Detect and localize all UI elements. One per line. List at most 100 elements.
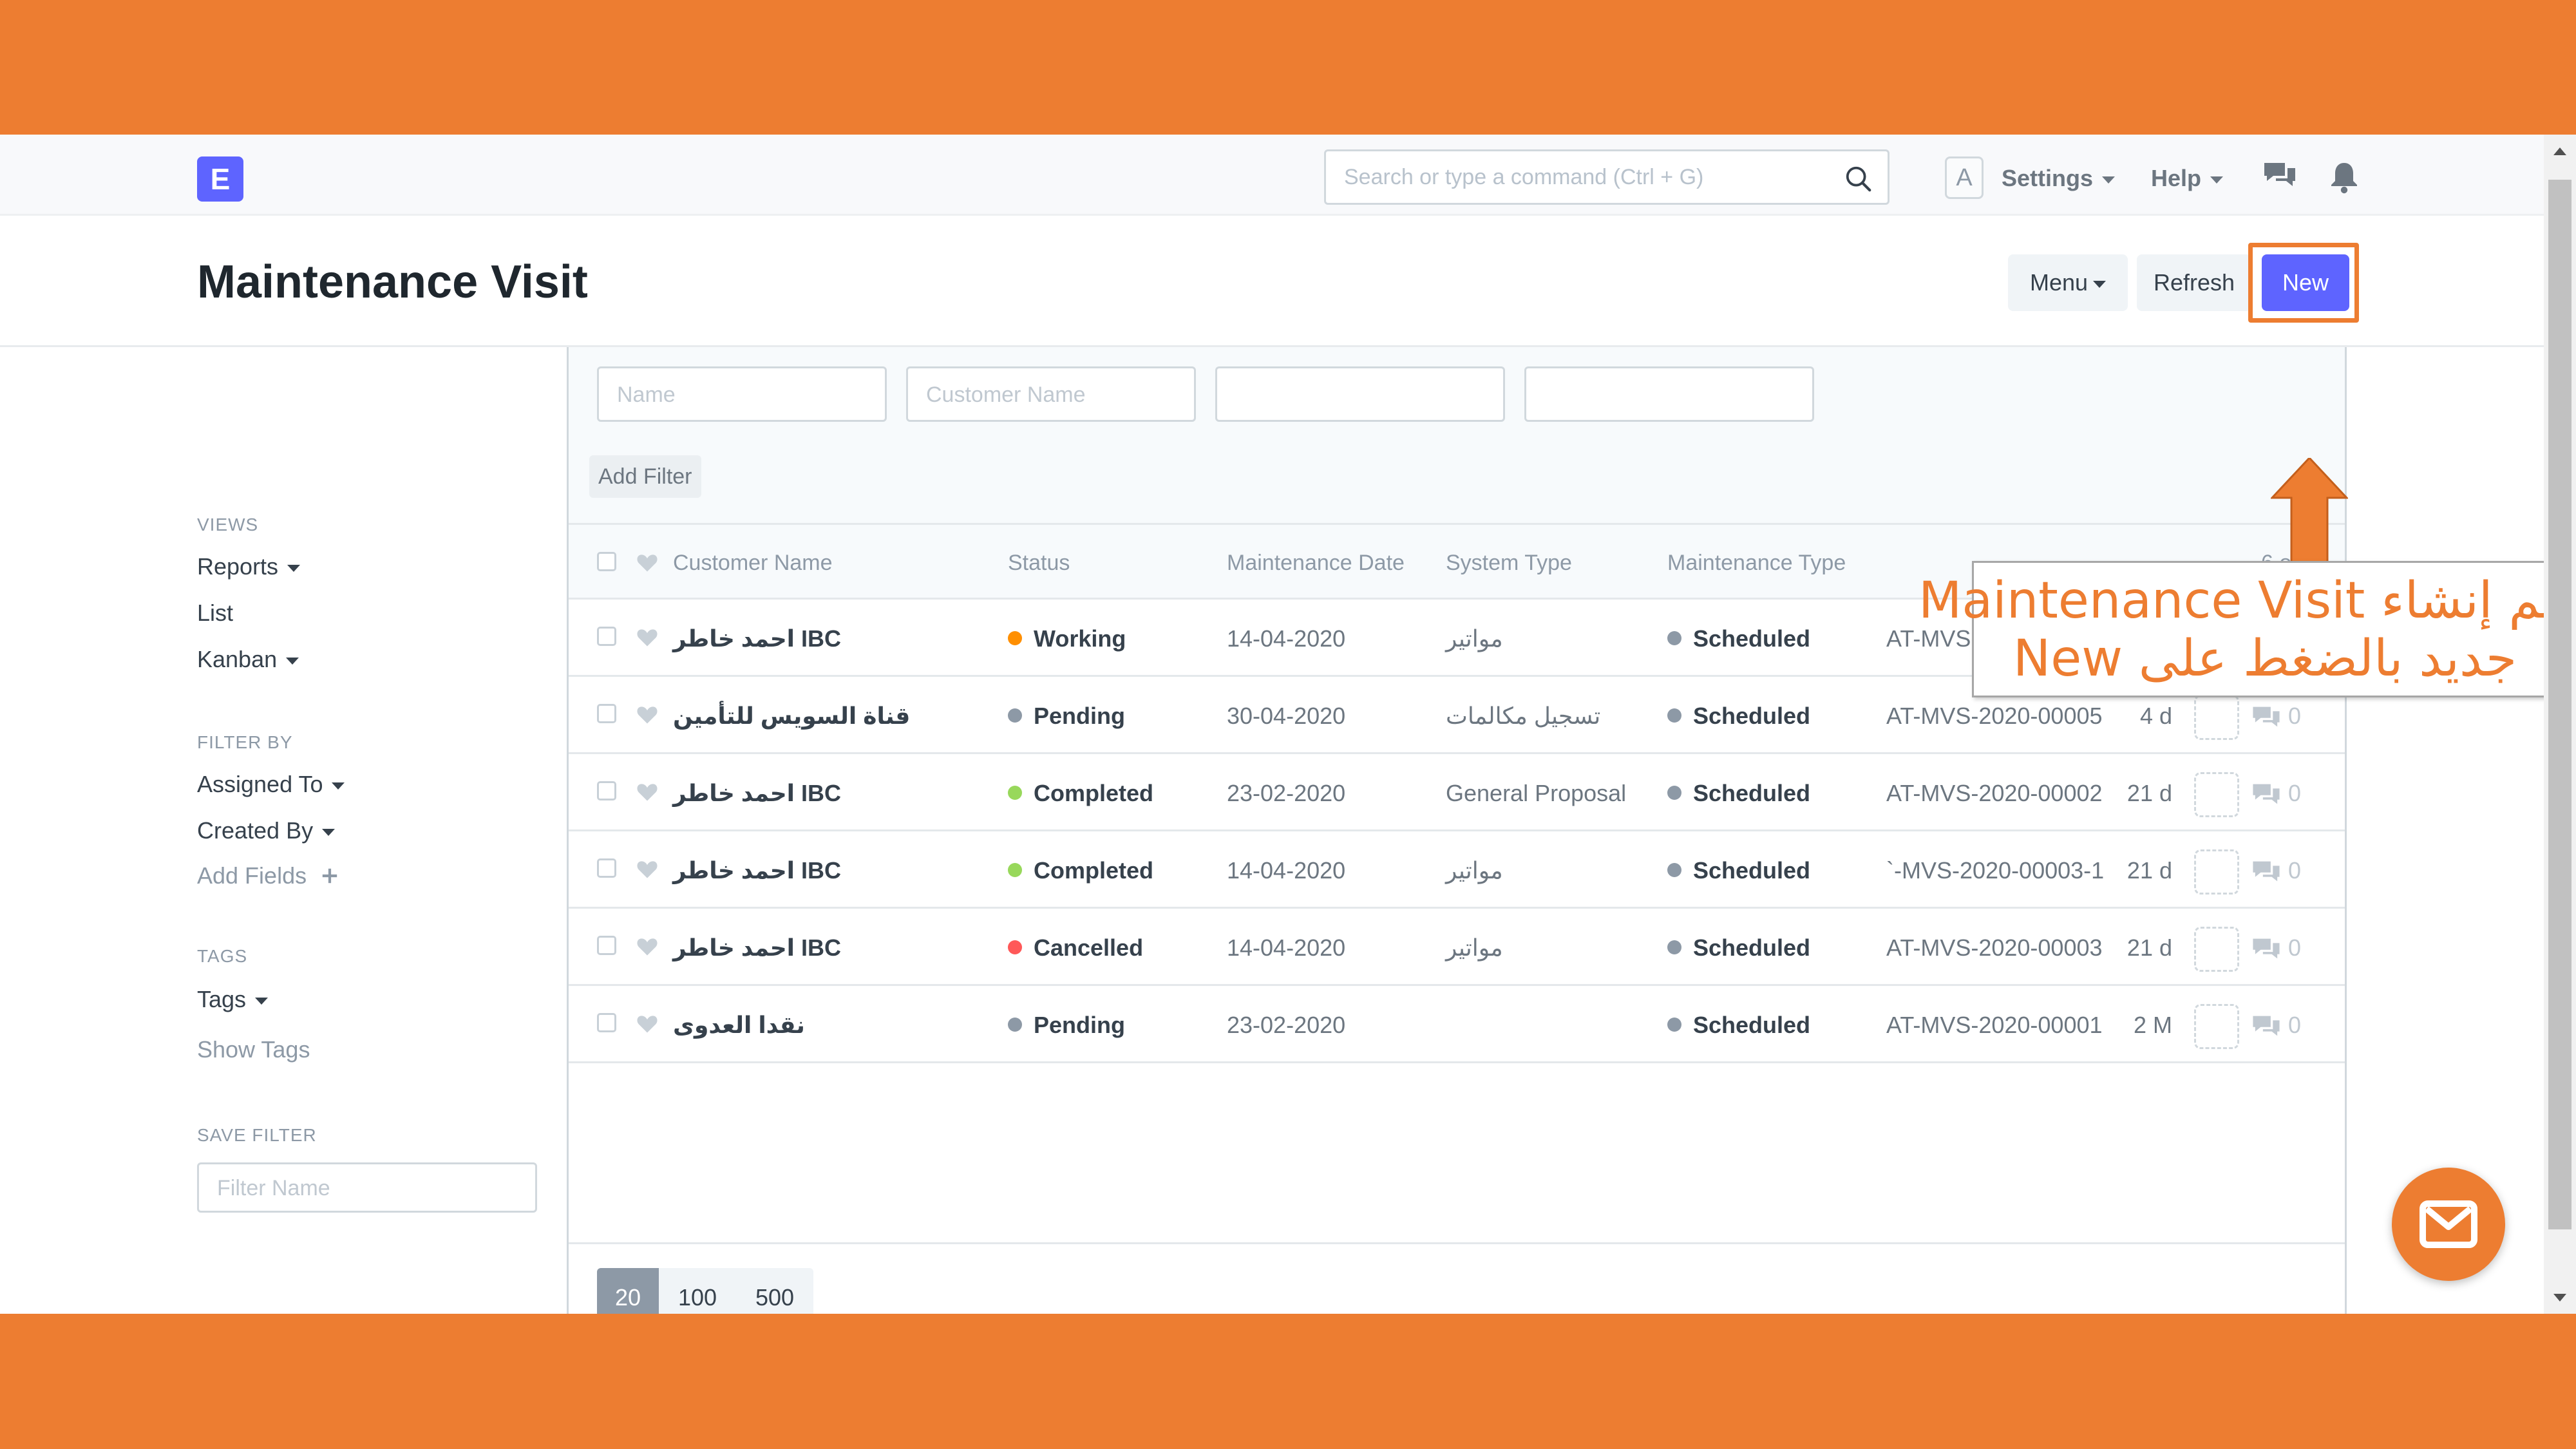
maintenance-type-dot-icon xyxy=(1667,631,1681,645)
maintenance-type-indicator[interactable]: Scheduled xyxy=(1667,857,1810,884)
filter-name-input[interactable] xyxy=(217,1173,513,1203)
table-row[interactable]: نقدا العدوى Pending 23-02-2020 Scheduled AT-… xyxy=(569,986,2345,1063)
table-row[interactable]: احمد خاطر IBC Completed 23-02-2020 General … xyxy=(569,754,2345,831)
filter-input-4[interactable] xyxy=(1544,380,1795,410)
settings-dropdown[interactable]: Settings xyxy=(2002,160,2116,196)
scroll-down-arrow-icon[interactable] xyxy=(2553,1294,2566,1302)
customer-name-link[interactable]: احمد خاطر IBC xyxy=(673,625,841,652)
filter-input-3[interactable] xyxy=(1235,380,1486,410)
col-maintenance-date[interactable]: Maintenance Date xyxy=(1227,551,1405,576)
assign-avatar-placeholder[interactable] xyxy=(2194,772,2239,817)
search-input[interactable] xyxy=(1344,160,1833,194)
maintenance-type-indicator[interactable]: Scheduled xyxy=(1667,1012,1810,1039)
status-indicator[interactable]: Completed xyxy=(1008,780,1153,807)
sidebar-item-tags[interactable]: Tags xyxy=(197,986,269,1013)
col-maintenance-type[interactable]: Maintenance Type xyxy=(1667,551,1846,576)
search-icon[interactable] xyxy=(1844,164,1873,194)
slide-bottom-band xyxy=(0,1314,2576,1449)
record-id[interactable]: AT-MVS-2020-00005 xyxy=(1886,703,2112,730)
show-tags-link[interactable]: Show Tags xyxy=(197,1036,310,1063)
sidebar-item-reports[interactable]: Reports xyxy=(197,553,301,580)
row-checkbox[interactable] xyxy=(597,627,616,646)
status-indicator[interactable]: Cancelled xyxy=(1008,934,1143,961)
help-dropdown[interactable]: Help xyxy=(2151,160,2224,196)
page-length-500[interactable]: 500 xyxy=(736,1268,813,1314)
heart-icon[interactable] xyxy=(636,1013,659,1034)
table-row[interactable]: احمد خاطر IBC Cancelled 14-04-2020 مواتير Sc… xyxy=(569,909,2345,986)
assign-avatar-placeholder[interactable] xyxy=(2194,849,2239,895)
customer-name-link[interactable]: نقدا العدوى xyxy=(673,1012,805,1039)
filter-field-4[interactable] xyxy=(1524,366,1814,422)
name-filter-input[interactable] xyxy=(617,380,868,410)
col-customer-name[interactable]: Customer Name xyxy=(673,551,833,576)
filter-field-3[interactable] xyxy=(1215,366,1505,422)
record-id[interactable]: AT-MVS-2020-00001 xyxy=(1886,1012,2112,1039)
add-filter-button[interactable]: Add Filter xyxy=(589,455,701,498)
row-checkbox[interactable] xyxy=(597,704,616,723)
customer-name-link[interactable]: قناة السويس للتأمين xyxy=(673,703,910,730)
col-status[interactable]: Status xyxy=(1008,551,1070,576)
notifications-bell-icon[interactable] xyxy=(2326,160,2362,194)
maintenance-type-label: Scheduled xyxy=(1693,857,1811,884)
sidebar-item-kanban[interactable]: Kanban xyxy=(197,646,299,673)
heart-icon[interactable] xyxy=(636,552,659,573)
comment-count[interactable]: 0 xyxy=(2251,857,2309,886)
avatar[interactable]: A xyxy=(1945,156,1984,199)
customer-name-link[interactable]: احمد خاطر IBC xyxy=(673,857,841,884)
status-indicator[interactable]: Pending xyxy=(1008,1012,1125,1039)
app-logo[interactable]: E xyxy=(197,156,243,202)
customer-name-link[interactable]: احمد خاطر IBC xyxy=(673,780,841,807)
sidebar-item-list[interactable]: List xyxy=(197,600,233,627)
page-length-100[interactable]: 100 xyxy=(659,1268,736,1314)
status-indicator[interactable]: Working xyxy=(1008,625,1126,652)
heart-icon[interactable] xyxy=(636,781,659,802)
status-indicator[interactable]: Pending xyxy=(1008,703,1125,730)
comment-count[interactable]: 0 xyxy=(2251,780,2309,808)
row-checkbox[interactable] xyxy=(597,858,616,878)
maintenance-type-indicator[interactable]: Scheduled xyxy=(1667,780,1810,807)
name-filter-field[interactable] xyxy=(597,366,887,422)
heart-icon[interactable] xyxy=(636,704,659,724)
maintenance-type-indicator[interactable]: Scheduled xyxy=(1667,934,1810,961)
record-id[interactable]: `-MVS-2020-00003-1 xyxy=(1886,857,2112,884)
awesome-bar[interactable] xyxy=(1324,149,1889,205)
record-id[interactable]: AT-MVS-2020-00003 xyxy=(1886,934,2112,961)
menu-button[interactable]: Menu xyxy=(2008,254,2128,311)
assign-avatar-placeholder[interactable] xyxy=(2194,927,2239,972)
heart-icon[interactable] xyxy=(636,858,659,879)
scrollbar-thumb[interactable] xyxy=(2548,180,2571,1229)
row-checkbox[interactable] xyxy=(597,781,616,800)
heart-icon[interactable] xyxy=(636,627,659,647)
filter-name-field[interactable] xyxy=(197,1162,537,1213)
sidebar-item-created-by[interactable]: Created By xyxy=(197,817,336,844)
refresh-button[interactable]: Refresh xyxy=(2137,254,2251,311)
caret-down-icon xyxy=(332,782,345,790)
select-all-checkbox[interactable] xyxy=(597,552,616,571)
maintenance-type-indicator[interactable]: Scheduled xyxy=(1667,625,1810,652)
customer-filter-input[interactable] xyxy=(926,380,1177,410)
page-length-20[interactable]: 20 xyxy=(597,1268,659,1314)
heart-icon[interactable] xyxy=(636,936,659,956)
created-by-label: Created By xyxy=(197,817,314,844)
chat-support-button[interactable] xyxy=(2392,1168,2505,1281)
row-checkbox[interactable] xyxy=(597,936,616,955)
assign-avatar-placeholder[interactable] xyxy=(2194,695,2239,740)
sidebar-item-assigned-to[interactable]: Assigned To xyxy=(197,771,345,798)
maintenance-type-indicator[interactable]: Scheduled xyxy=(1667,703,1810,730)
status-indicator[interactable]: Completed xyxy=(1008,857,1153,884)
comment-count[interactable]: 0 xyxy=(2251,703,2309,731)
scroll-up-arrow-icon[interactable] xyxy=(2553,147,2566,155)
add-fields-link[interactable]: Add Fields xyxy=(197,862,339,889)
comment-count[interactable]: 0 xyxy=(2251,1012,2309,1040)
assign-avatar-placeholder[interactable] xyxy=(2194,1004,2239,1049)
row-checkbox[interactable] xyxy=(597,1013,616,1032)
table-row[interactable]: احمد خاطر IBC Completed 14-04-2020 مواتير Sc… xyxy=(569,831,2345,909)
maintenance-type-label: Scheduled xyxy=(1693,780,1811,806)
col-system-type[interactable]: System Type xyxy=(1446,551,1572,576)
chat-messages-icon[interactable] xyxy=(2262,160,2298,194)
record-id[interactable]: AT-MVS-2020-00002 xyxy=(1886,780,2112,807)
window-scrollbar[interactable] xyxy=(2544,135,2576,1314)
customer-filter-field[interactable] xyxy=(906,366,1196,422)
comment-count[interactable]: 0 xyxy=(2251,934,2309,963)
customer-name-link[interactable]: احمد خاطر IBC xyxy=(673,934,841,961)
